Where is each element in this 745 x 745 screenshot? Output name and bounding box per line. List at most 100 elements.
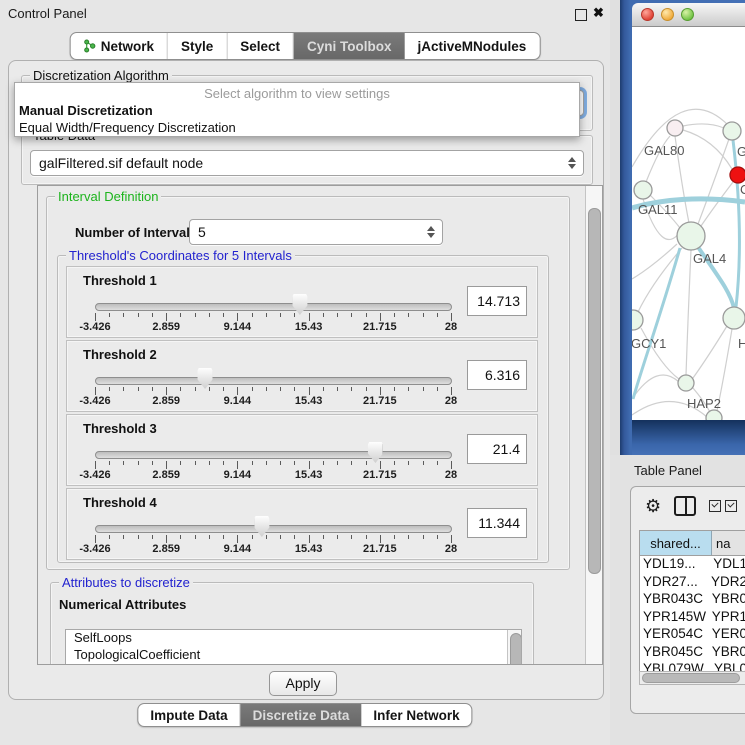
node — [678, 375, 694, 391]
scale-label: 21.715 — [363, 395, 397, 407]
settings-scrollbar[interactable] — [585, 186, 602, 664]
dropdown-option-manual[interactable]: Manual Discretization — [15, 102, 579, 119]
threshold-panel: Threshold 4 -3.4262.8599.14415.4321.7152… — [66, 488, 538, 560]
dropdown-option-equal-width[interactable]: Equal Width/Frequency Discretization — [15, 119, 579, 136]
table-row[interactable]: YPR145WYPR1 — [640, 609, 745, 627]
table-row[interactable]: YBR043CYBR0 — [640, 591, 745, 609]
scrollbar-thumb[interactable] — [642, 673, 740, 683]
dropdown-hint: Select algorithm to view settings — [15, 83, 579, 102]
slider-track[interactable] — [95, 525, 452, 533]
tab-jactivemnodules[interactable]: jActiveMNodules — [405, 33, 540, 59]
network-window-titlebar[interactable] — [632, 3, 745, 27]
threshold-panel: Threshold 3 -3.4262.8599.14415.4321.7152… — [66, 414, 538, 486]
scale-label: 9.144 — [224, 321, 252, 333]
minimize-traffic-light-icon[interactable] — [661, 8, 674, 21]
slider-scale: -3.4262.8599.14415.4321.71528 — [95, 469, 451, 481]
slider-thumb[interactable] — [198, 368, 213, 389]
tab-discretize-data[interactable]: Discretize Data — [241, 704, 362, 726]
zoom-traffic-light-icon[interactable] — [681, 8, 694, 21]
gear-icon[interactable]: ⚙ — [645, 497, 661, 515]
slider-thumb[interactable] — [368, 442, 383, 463]
tab-infer-network[interactable]: Infer Network — [361, 704, 471, 726]
node — [723, 122, 741, 140]
combo-stepper-icon — [568, 157, 576, 169]
settings-scrollpane: Interval Definition Number of Intervals … — [37, 185, 603, 665]
scrollbar-thumb[interactable] — [588, 208, 601, 574]
threshold-label: Threshold 2 — [83, 347, 157, 362]
list-scrollbar[interactable] — [507, 630, 521, 665]
table-row[interactable]: YDL19...YDL1 — [640, 556, 745, 574]
combo-stepper-icon — [427, 226, 435, 238]
numerical-attributes-list[interactable]: SelfLoopsTopologicalCoefficientBetweenne… — [65, 629, 522, 665]
list-item[interactable]: BetweennessCentrality — [66, 663, 521, 665]
table-row[interactable]: YDR27...YDR2 — [640, 574, 745, 592]
tab-impute-data[interactable]: Impute Data — [138, 704, 240, 726]
numerical-attributes-label: Numerical Attributes — [59, 597, 186, 612]
slider-track[interactable] — [95, 303, 452, 311]
tab-network[interactable]: Network — [71, 33, 168, 59]
node — [667, 120, 683, 136]
checkbox-icon[interactable] — [725, 500, 737, 512]
tab-style[interactable]: Style — [168, 33, 227, 59]
scrollbar-thumb[interactable] — [510, 633, 522, 665]
table-data-value: galFiltered.sif default node — [39, 155, 203, 171]
table-panel-window: ⚙ shared... na YDL19...YDL1YDR27...YDR2Y… — [630, 486, 745, 714]
close-icon[interactable]: ✖ — [593, 5, 604, 21]
slider-scale: -3.4262.8599.14415.4321.71528 — [95, 543, 451, 555]
scale-label: 2.859 — [152, 543, 180, 555]
table-horizontal-scrollbar[interactable] — [639, 671, 745, 685]
number-of-intervals-value: 5 — [198, 224, 206, 240]
scale-label: 2.859 — [152, 469, 180, 481]
top-tabbar: Network Style Select Cyni Toolbox jActiv… — [70, 32, 541, 60]
threshold-value-field[interactable]: 6.316 — [467, 360, 527, 390]
scale-label: -3.426 — [79, 543, 110, 555]
tab-network-label: Network — [101, 39, 154, 54]
table-panel: Table Panel ⚙ shared... na YDL19...YDL1Y… — [610, 455, 745, 745]
tab-cyni-toolbox[interactable]: Cyni Toolbox — [294, 33, 405, 59]
threshold-panel: Threshold 2 -3.4262.8599.14415.4321.7152… — [66, 340, 538, 412]
table-data-combobox[interactable]: galFiltered.sif default node — [30, 150, 584, 176]
threshold-value-field[interactable]: 14.713 — [467, 286, 527, 316]
split-view-icon[interactable] — [674, 496, 696, 516]
tab-select[interactable]: Select — [227, 33, 294, 59]
scale-label: 15.43 — [295, 321, 323, 333]
threshold-panel: Threshold 1 -3.4262.8599.14415.4321.7152… — [66, 266, 538, 338]
network-highlight-edges[interactable] — [632, 140, 745, 399]
threshold-label: Threshold 3 — [83, 421, 157, 436]
scale-label: 28 — [445, 543, 457, 555]
thresholds-group: Threshold's Coordinates for 5 Intervals … — [57, 255, 549, 563]
threshold-value-field[interactable]: 21.4 — [467, 434, 527, 464]
threshold-value-field[interactable]: 11.344 — [467, 508, 527, 538]
network-icon — [84, 39, 96, 53]
list-item[interactable]: TopologicalCoefficient — [66, 647, 521, 664]
number-of-intervals-combobox[interactable]: 5 — [189, 219, 443, 245]
slider-track[interactable] — [95, 451, 452, 459]
checkbox-icon[interactable] — [709, 500, 721, 512]
network-canvas[interactable]: GAL80 G. C GAL11 GAL4 GCY1 H HAP2 — [632, 27, 745, 420]
float-window-icon[interactable] — [575, 9, 587, 21]
control-panel: Control Panel ✖ Network Style Select Cyn… — [0, 0, 610, 745]
attributes-group: Attributes to discretize Numerical Attri… — [50, 582, 534, 665]
apply-button[interactable]: Apply — [269, 671, 337, 696]
column-header-name[interactable]: na — [712, 531, 745, 555]
column-header-shared[interactable]: shared... — [640, 531, 712, 555]
slider-thumb[interactable] — [254, 516, 269, 537]
network-nodes[interactable] — [632, 120, 745, 420]
slider-track[interactable] — [95, 377, 452, 385]
slider-thumb[interactable] — [292, 294, 307, 315]
node — [632, 310, 643, 330]
table-row[interactable]: YER054CYER0 — [640, 626, 745, 644]
scale-label: 15.43 — [295, 543, 323, 555]
network-window-frame — [632, 420, 745, 455]
svg-text:C: C — [740, 182, 745, 197]
list-item[interactable]: SelfLoops — [66, 630, 521, 647]
svg-text:H: H — [738, 336, 745, 351]
scale-label: -3.426 — [79, 469, 110, 481]
scale-label: 28 — [445, 395, 457, 407]
scale-label: 28 — [445, 469, 457, 481]
group-title-interval-definition: Interval Definition — [55, 189, 161, 204]
node-attribute-table[interactable]: shared... na YDL19...YDL1YDR27...YDR2YBR… — [639, 530, 745, 672]
group-title-thresholds: Threshold's Coordinates for 5 Intervals — [66, 248, 295, 263]
table-row[interactable]: YBR045CYBR0 — [640, 644, 745, 662]
close-traffic-light-icon[interactable] — [641, 8, 654, 21]
